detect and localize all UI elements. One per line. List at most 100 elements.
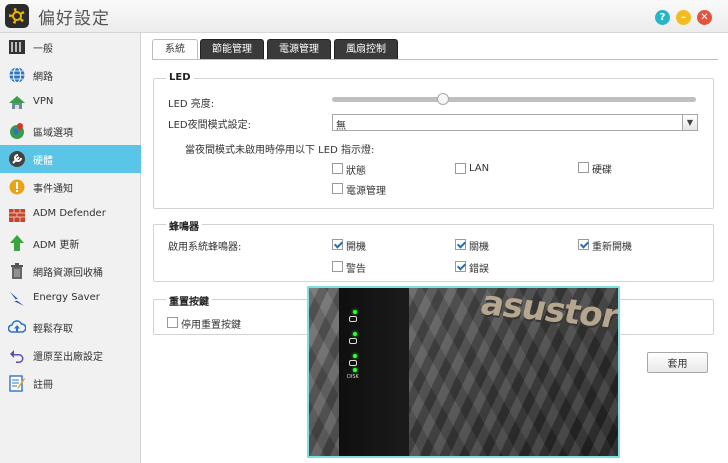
title-bar: 偏好設定 ? – ✕ <box>0 0 728 33</box>
sidebar-item-vpn[interactable]: VPN <box>0 89 141 117</box>
disable-reset-label: 停用重置按鍵 <box>181 320 241 331</box>
sidebar-item-hardware[interactable]: 硬體 <box>0 145 141 173</box>
led-night-mode-label: LED夜間模式設定: <box>168 120 251 131</box>
buzzer-warning-checkbox[interactable] <box>332 261 343 272</box>
settings-app-icon <box>5 4 29 28</box>
tab-divider <box>152 59 718 60</box>
question-icon: ? <box>659 12 666 23</box>
globe-icon <box>9 67 25 83</box>
sidebar-item-label: 還原至出廠設定 <box>33 352 103 363</box>
buzzer-power-off-label: 關機 <box>469 242 489 253</box>
led-brightness-label: LED 亮度: <box>168 99 215 110</box>
trash-icon <box>11 263 23 279</box>
sidebar-item-notification[interactable]: 事件通知 <box>0 173 141 201</box>
sidebar-item-label: 硬體 <box>33 156 53 167</box>
buzzer-section-title: 蜂鳴器 <box>166 218 202 233</box>
close-button[interactable]: ✕ <box>697 10 712 25</box>
apply-button[interactable]: 套用 <box>647 352 708 373</box>
sidebar-item-label: ADM Defender <box>33 208 106 219</box>
tab-system[interactable]: 系統 <box>152 39 198 60</box>
led-night-mode-value: 無 <box>336 121 346 132</box>
sidebar-item-label: 區域選項 <box>33 128 73 139</box>
buzzer-power-on-checkbox[interactable] <box>332 239 343 250</box>
brick-wall-icon <box>9 209 25 222</box>
house-network-icon <box>9 96 25 109</box>
close-icon: ✕ <box>700 12 709 23</box>
disk-indicator-label: DISK <box>347 374 359 380</box>
brand-logo: asustor <box>476 286 620 337</box>
buzzer-reboot-checkbox[interactable] <box>578 239 589 250</box>
sidebar-item-adm-update[interactable]: ADM 更新 <box>0 229 141 257</box>
reset-section-title: 重置按鍵 <box>166 293 212 308</box>
sidebar-item-label: VPN <box>33 96 54 107</box>
sidebar-item-network[interactable]: 網路 <box>0 61 141 89</box>
tab-power-management[interactable]: 電源管理 <box>267 39 331 60</box>
led-status-label: 狀態 <box>346 166 366 177</box>
buzzer-error-label: 錯誤 <box>469 264 489 275</box>
sidebar-item-label: Energy Saver <box>33 292 100 303</box>
sidebar-item-factory-reset[interactable]: 還原至出廠設定 <box>0 341 141 369</box>
tab-power-saving[interactable]: 節能管理 <box>200 39 264 60</box>
minus-icon: – <box>681 12 686 23</box>
buzzer-reboot-label: 重新開機 <box>592 242 632 253</box>
window-title: 偏好設定 <box>38 9 110 29</box>
sidebar-item-recycle-bin[interactable]: 網路資源回收桶 <box>0 257 141 285</box>
sidebar: 一般 網路 VPN 區域選項 硬體 事件通知 ADM Defender ADM … <box>0 33 141 463</box>
led-status-checkbox[interactable] <box>332 163 343 174</box>
led-lan-label: LAN <box>469 163 490 174</box>
device-front-panel <box>339 288 409 456</box>
sidebar-item-general[interactable]: 一般 <box>0 33 141 61</box>
register-icon <box>9 375 25 392</box>
lightning-icon <box>10 292 24 306</box>
sidebar-item-region[interactable]: 區域選項 <box>0 117 141 145</box>
sidebar-item-energy-saver[interactable]: Energy Saver <box>0 285 141 313</box>
chevron-down-icon[interactable]: ▼ <box>682 115 697 130</box>
server-icon <box>9 40 25 54</box>
tab-fan-control[interactable]: 風扇控制 <box>334 39 398 60</box>
buzzer-error-checkbox[interactable] <box>455 261 466 272</box>
network-indicator-icon <box>349 360 357 366</box>
led-lan-checkbox[interactable] <box>455 163 466 174</box>
help-button[interactable]: ? <box>655 10 670 25</box>
status-led <box>353 332 357 336</box>
sidebar-item-label: ADM 更新 <box>33 240 80 251</box>
power-led <box>353 310 357 314</box>
power-indicator-icon <box>349 316 357 322</box>
led-brightness-slider-handle[interactable] <box>437 93 449 105</box>
network-led <box>353 354 357 358</box>
buzzer-enable-label: 啟用系統蜂鳴器: <box>168 242 242 253</box>
sidebar-item-adm-defender[interactable]: ADM Defender <box>0 201 141 229</box>
undo-icon <box>10 350 24 363</box>
led-disk-label: 硬碟 <box>592 165 612 176</box>
buzzer-warning-label: 警告 <box>346 264 366 275</box>
sidebar-item-easy-access[interactable]: 輕鬆存取 <box>0 313 141 341</box>
alert-icon <box>9 179 25 195</box>
cloud-upload-icon <box>8 320 26 333</box>
led-disk-checkbox[interactable] <box>578 162 589 173</box>
sidebar-item-label: 一般 <box>33 44 53 55</box>
tab-bar: 系統 節能管理 電源管理 風扇控制 <box>152 39 712 60</box>
arrow-up-icon <box>10 235 24 251</box>
sidebar-item-label: 網路 <box>33 72 53 83</box>
led-brightness-slider[interactable] <box>332 97 696 102</box>
led-disable-hint: 當夜間模式未啟用時停用以下 LED 指示燈: <box>185 145 375 156</box>
buzzer-section: 蜂鳴器 <box>153 218 714 282</box>
device-photo: DISK asustor <box>307 286 620 458</box>
sidebar-item-label: 事件通知 <box>33 184 73 195</box>
wrench-icon <box>9 151 25 167</box>
sidebar-item-label: 輕鬆存取 <box>33 324 73 335</box>
minimize-button[interactable]: – <box>676 10 691 25</box>
globe-pin-icon <box>10 123 24 139</box>
led-power-label: 電源管理 <box>346 186 386 197</box>
buzzer-power-off-checkbox[interactable] <box>455 239 466 250</box>
led-section-title: LED <box>166 72 194 83</box>
sidebar-item-label: 網路資源回收桶 <box>33 268 103 279</box>
sidebar-item-registration[interactable]: 註冊 <box>0 369 141 397</box>
status-indicator-icon <box>349 338 357 344</box>
led-power-checkbox[interactable] <box>332 183 343 194</box>
buzzer-power-on-label: 開機 <box>346 242 366 253</box>
disk-led <box>353 368 357 372</box>
led-night-mode-select[interactable]: 無 ▼ <box>332 114 698 132</box>
disable-reset-checkbox[interactable] <box>167 317 178 328</box>
sidebar-item-label: 註冊 <box>33 380 53 391</box>
